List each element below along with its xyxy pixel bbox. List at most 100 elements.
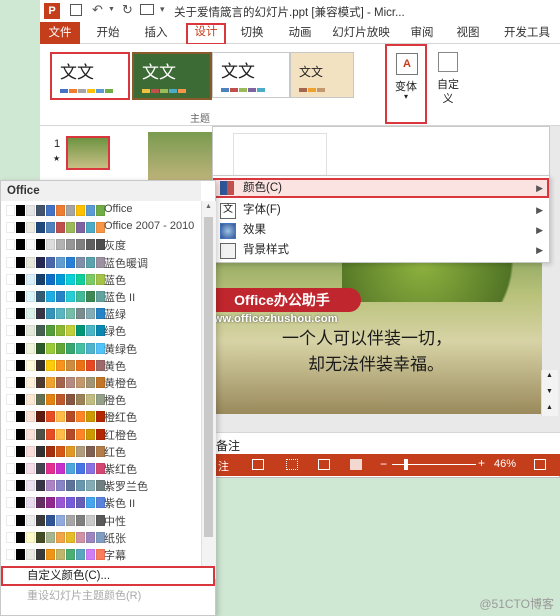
color-scheme-item[interactable]: Office	[1, 202, 201, 219]
color-swatch-strip	[6, 463, 105, 474]
scrollbar-thumb[interactable]	[204, 217, 213, 537]
scroll-down-icon[interactable]: ▼	[546, 388, 553, 395]
colors-panel-header: Office	[1, 181, 201, 201]
color-swatch	[76, 205, 85, 216]
variant-preview[interactable]	[233, 133, 327, 179]
zoom-level[interactable]: 46%	[494, 458, 516, 470]
color-swatch	[16, 377, 25, 388]
color-scheme-item[interactable]: 橙色	[1, 391, 201, 408]
color-swatch-strip	[6, 480, 105, 492]
theme-chalkboard[interactable]: 文文	[132, 52, 212, 100]
menu-item-label: 字体(F)	[243, 204, 281, 216]
color-scheme-item[interactable]: 黄绿色	[1, 340, 201, 357]
menu-item-effects[interactable]: 效果 ▶	[213, 220, 549, 240]
color-scheme-item[interactable]: 紫罗兰色	[1, 477, 201, 494]
notes-bar[interactable]: 备注	[212, 432, 560, 454]
color-scheme-name: 字幕	[104, 550, 126, 562]
tab-transitions[interactable]: 切换	[232, 25, 272, 41]
fit-to-window-icon[interactable]	[534, 459, 546, 470]
color-scheme-item[interactable]: 绿色	[1, 322, 201, 339]
theme-sample-text: 文文	[221, 62, 255, 82]
color-swatch	[26, 463, 35, 474]
color-swatch	[46, 497, 55, 509]
color-swatch	[26, 325, 35, 337]
reading-view-icon[interactable]	[318, 459, 330, 470]
zoom-in-icon[interactable]: +	[478, 456, 485, 470]
tab-review[interactable]: 审阅	[402, 25, 442, 41]
color-swatch	[46, 394, 55, 406]
color-swatch	[76, 531, 85, 543]
variants-dropdown	[212, 126, 550, 182]
color-scheme-item[interactable]: 黄色	[1, 357, 201, 374]
color-swatch	[66, 273, 75, 285]
color-swatch	[56, 497, 65, 509]
color-scheme-item[interactable]: 中性	[1, 512, 201, 529]
slide-thumbnail[interactable]	[66, 136, 110, 170]
color-swatch	[36, 428, 45, 440]
scroll-up-icon[interactable]: ▲	[205, 203, 212, 210]
customize-qat-icon[interactable]: ▾	[160, 4, 165, 15]
redo-icon[interactable]: ↻	[122, 2, 133, 18]
color-scheme-item[interactable]: 纸张	[1, 529, 201, 546]
customize-button[interactable]: 自定 义	[430, 48, 466, 108]
color-swatch	[56, 222, 65, 234]
color-swatch	[26, 205, 35, 216]
color-scheme-item[interactable]: Office 2007 - 2010	[1, 219, 201, 236]
zoom-slider-thumb[interactable]	[404, 459, 408, 470]
menu-item-fonts[interactable]: 文 字体(F) ▶	[213, 200, 549, 220]
color-scheme-item[interactable]: 红色	[1, 443, 201, 460]
undo-dropdown-icon[interactable]: ▼	[108, 6, 115, 13]
slideshow-view-icon[interactable]	[350, 459, 362, 470]
color-swatch	[36, 411, 45, 423]
zoom-out-icon[interactable]: −	[380, 457, 387, 471]
color-swatch	[46, 342, 55, 354]
tab-view[interactable]: 视图	[448, 25, 488, 41]
tab-slideshow[interactable]: 幻灯片放映	[328, 25, 394, 41]
customize-colors-item[interactable]: 自定义颜色(C)...	[1, 566, 215, 586]
color-swatch	[16, 514, 25, 526]
slide-sorter-icon[interactable]	[286, 459, 298, 470]
slide-number: 1	[54, 138, 61, 150]
color-scheme-item[interactable]: 蓝绿	[1, 305, 201, 322]
save-icon[interactable]	[70, 4, 82, 16]
color-scheme-item[interactable]: 紫红色	[1, 460, 201, 477]
normal-view-icon[interactable]	[252, 459, 264, 470]
color-scheme-item[interactable]: 灰度	[1, 236, 201, 253]
color-scheme-item[interactable]: 蓝色 II	[1, 288, 201, 305]
color-swatch	[36, 342, 45, 354]
tab-file[interactable]: 文件	[40, 22, 80, 44]
menu-item-colors[interactable]: 颜色(C) ▶	[213, 178, 549, 198]
color-swatch	[36, 497, 45, 509]
color-scheme-item[interactable]: 紫色 II	[1, 494, 201, 511]
scroll-up-icon[interactable]: ▲	[546, 372, 553, 379]
variants-button[interactable]: A 变体 ▾	[385, 44, 427, 124]
color-swatch	[66, 342, 75, 354]
color-scheme-item[interactable]: 蓝色	[1, 271, 201, 288]
tab-design[interactable]: 设计	[186, 23, 226, 45]
tab-home[interactable]: 开始	[88, 25, 128, 41]
tab-insert[interactable]: 插入	[136, 25, 176, 41]
color-scheme-item[interactable]: 黄橙色	[1, 374, 201, 391]
color-scheme-item[interactable]: 橙红色	[1, 408, 201, 425]
color-swatch-strip	[6, 342, 105, 354]
theme-office[interactable]: 文文	[50, 52, 130, 100]
color-scheme-name: 红色	[104, 446, 126, 459]
tab-animations[interactable]: 动画	[280, 25, 320, 41]
tab-developer[interactable]: 开发工具	[496, 25, 558, 41]
vertical-scrollbar[interactable]: ▲ ▼ ▲	[541, 370, 558, 416]
theme-paper[interactable]: 文文	[290, 52, 354, 98]
color-swatch	[26, 222, 35, 234]
color-scheme-item[interactable]: 蓝色暖调	[1, 254, 201, 271]
color-scheme-name: 蓝色	[104, 274, 126, 287]
undo-icon[interactable]: ↶	[92, 2, 103, 18]
reset-theme-colors-item[interactable]: 重设幻灯片主题颜色(R)	[1, 587, 215, 605]
color-scheme-item[interactable]: 红橙色	[1, 426, 201, 443]
menu-item-background-style[interactable]: 背景样式 ▶	[213, 240, 549, 260]
colors-panel-scrollbar[interactable]: ▲ ▼	[201, 201, 216, 579]
theme-plain[interactable]: 文文	[212, 52, 290, 98]
previous-slide-icon[interactable]: ▲	[546, 404, 553, 411]
color-swatch	[16, 291, 25, 302]
status-notes-label[interactable]: 注	[218, 458, 229, 474]
color-scheme-item[interactable]: 字幕	[1, 546, 201, 563]
slideshow-icon[interactable]	[140, 4, 154, 15]
